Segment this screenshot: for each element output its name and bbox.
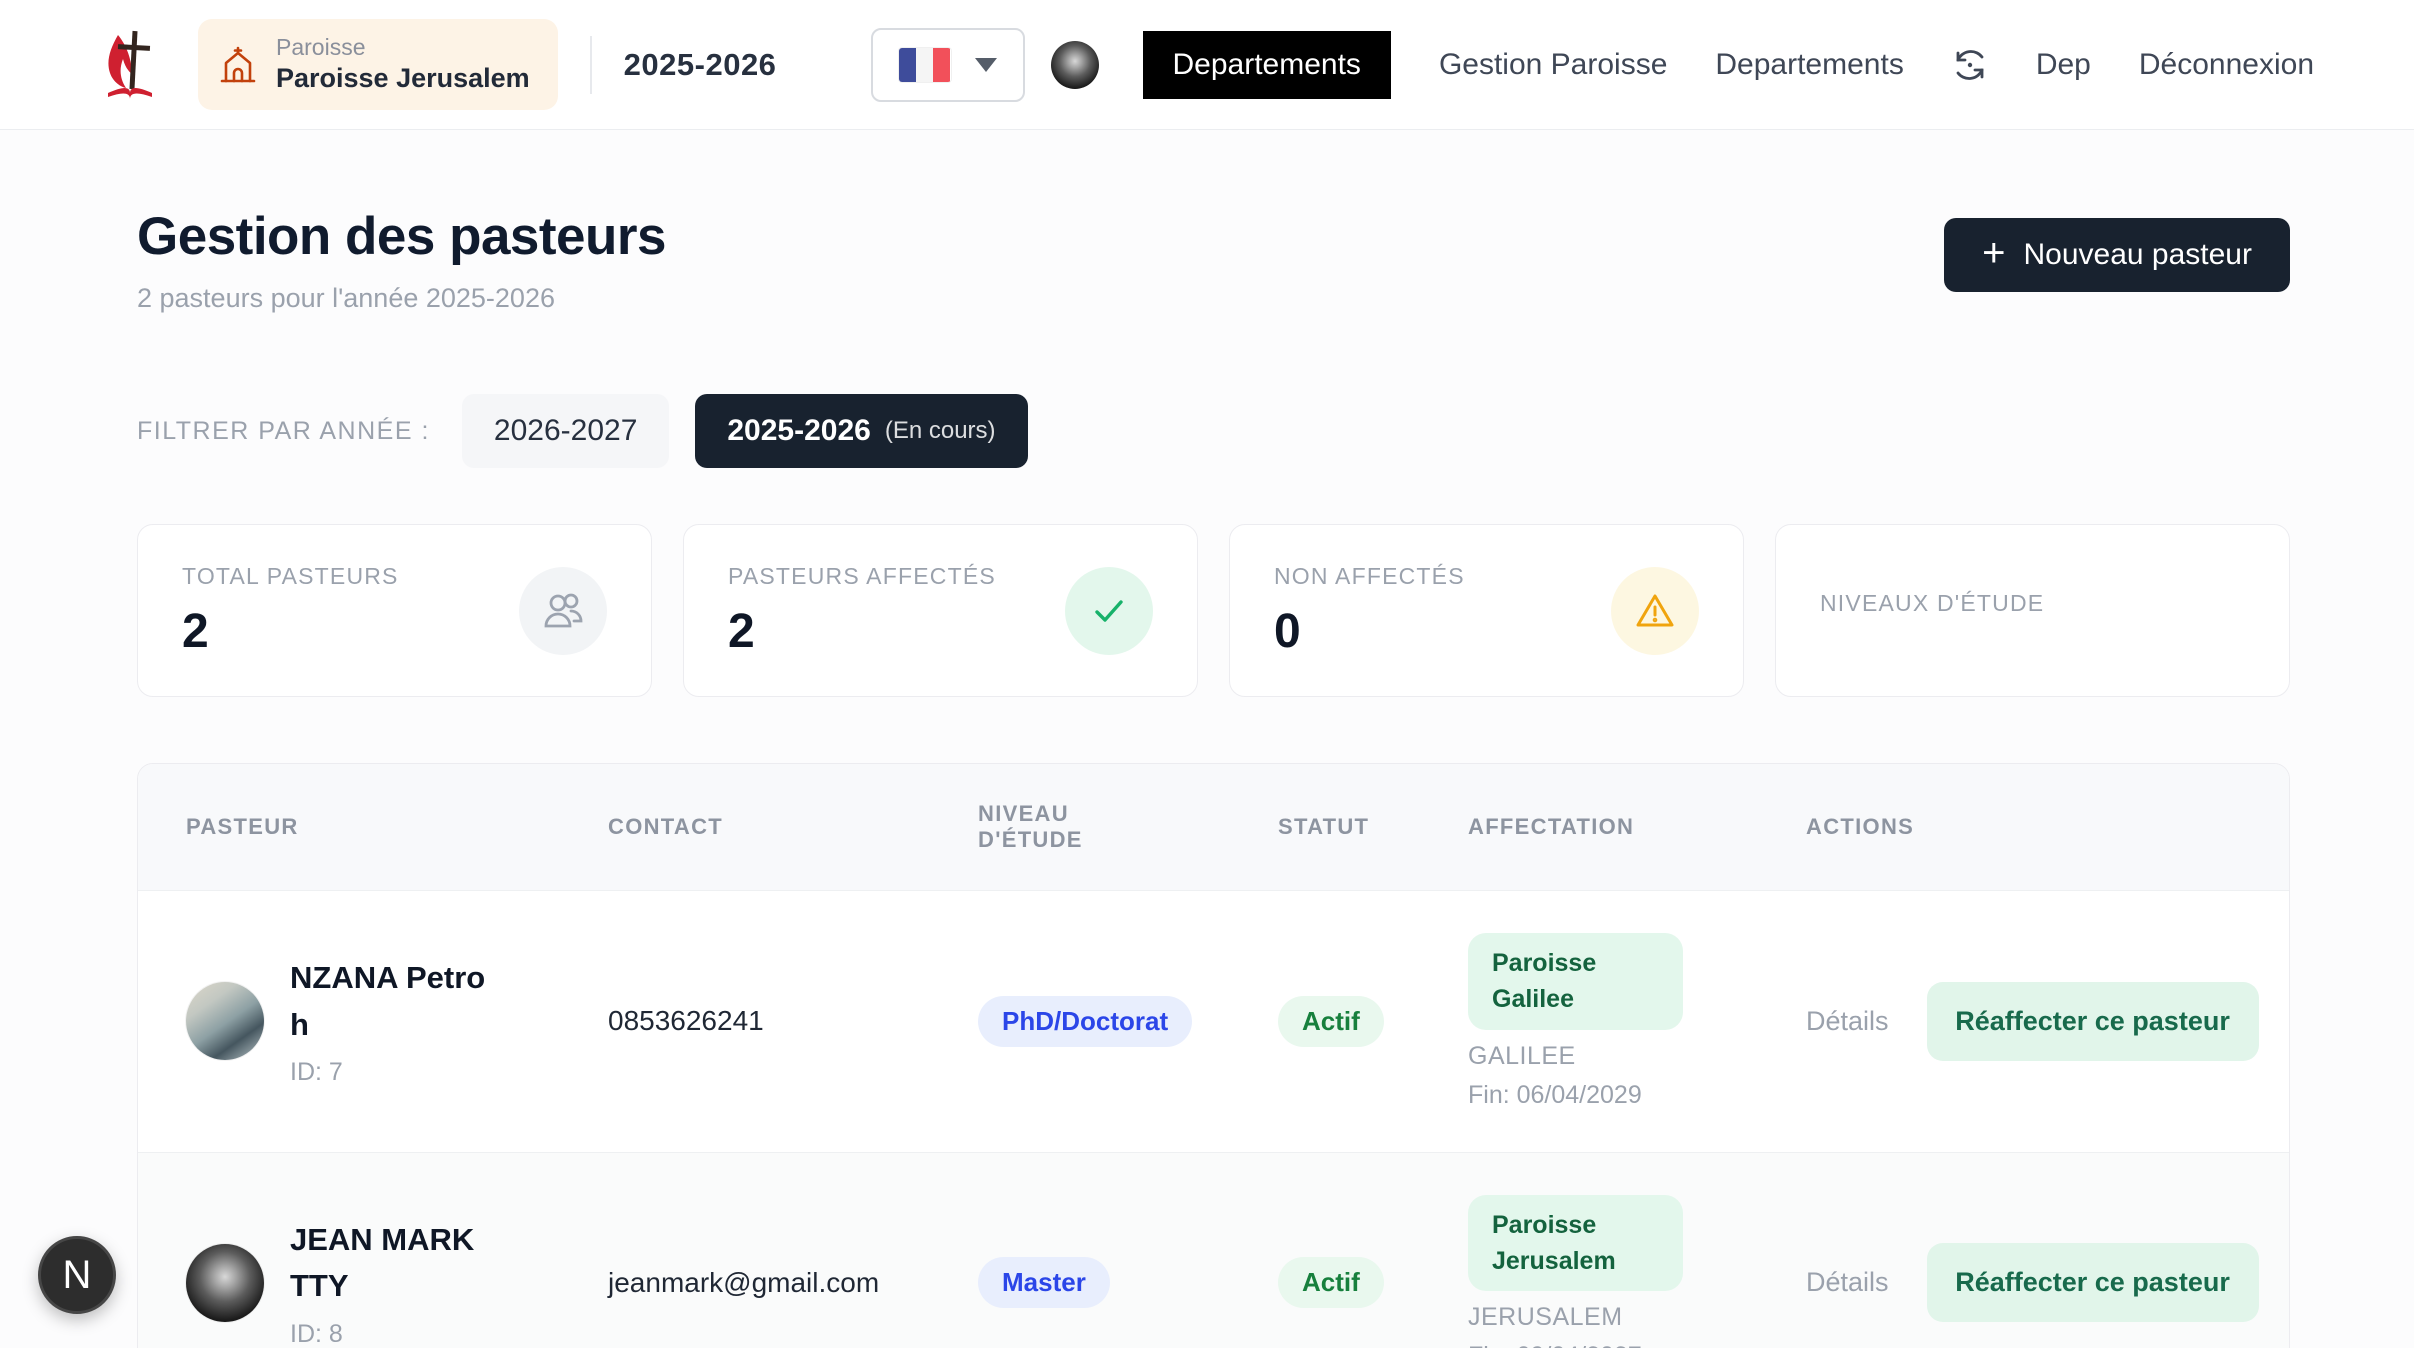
stat-value: 0 xyxy=(1274,604,1465,659)
nav-link-logout[interactable]: Déconnexion xyxy=(2139,48,2314,82)
affectation-parish-badge: Paroisse Galilee xyxy=(1468,933,1683,1030)
stat-value: 2 xyxy=(182,604,399,659)
new-pastor-button-label: Nouveau pasteur xyxy=(2024,238,2253,272)
details-link[interactable]: Détails xyxy=(1806,1006,1889,1037)
parish-brand-badge[interactable]: Paroisse Paroisse Jerusalem xyxy=(198,19,558,110)
sync-icon[interactable] xyxy=(1952,47,1988,83)
church-logo-icon xyxy=(88,23,172,107)
reassign-pastor-button[interactable]: Réaffecter ce pasteur xyxy=(1927,982,2259,1061)
column-header-niveau: NIVEAU D'ÉTUDE xyxy=(978,801,1108,853)
departements-button[interactable]: Departements xyxy=(1143,31,1391,99)
stats-row: TOTAL PASTEURS 2 PASTEURS AFFECTÉS 2 xyxy=(137,524,2290,697)
table-header-row: PASTEUR CONTACT NIVEAU D'ÉTUDE STATUT AF… xyxy=(138,764,2289,891)
table-row: JEAN MARK TTY ID: 8 jeanmark@gmail.com M… xyxy=(138,1153,2289,1348)
column-header-statut: STATUT xyxy=(1278,814,1468,840)
current-year-label: 2025-2026 xyxy=(624,47,777,83)
pastor-name: JEAN MARK TTY xyxy=(290,1217,495,1310)
pastors-table: PASTEUR CONTACT NIVEAU D'ÉTUDE STATUT AF… xyxy=(137,763,2290,1348)
main-content: Gestion des pasteurs 2 pasteurs pour l'a… xyxy=(0,130,2414,1348)
status-badge: Actif xyxy=(1278,996,1384,1047)
stat-card-total-pasteurs: TOTAL PASTEURS 2 xyxy=(137,524,652,697)
stat-label: PASTEURS AFFECTÉS xyxy=(728,563,996,590)
page-subtitle: 2 pasteurs pour l'année 2025-2026 xyxy=(137,283,666,314)
affectation-end-date: Fin: 09/04/2027 xyxy=(1468,1342,1806,1348)
details-link[interactable]: Détails xyxy=(1806,1267,1889,1298)
check-icon xyxy=(1087,589,1131,633)
pastor-name: NZANA Petro h xyxy=(290,955,495,1048)
pastor-avatar xyxy=(186,1244,264,1322)
column-header-contact: CONTACT xyxy=(608,814,978,840)
column-header-affectation: AFFECTATION xyxy=(1468,814,1806,840)
stat-value: 2 xyxy=(728,604,996,659)
column-header-actions: ACTIONS xyxy=(1806,814,2241,840)
column-header-pasteur: PASTEUR xyxy=(186,814,608,840)
nav-link-dep[interactable]: Dep xyxy=(2036,48,2091,82)
affectation-district: GALILEE xyxy=(1468,1042,1806,1071)
year-filter-2026-2027[interactable]: 2026-2027 xyxy=(462,394,669,468)
pastor-contact: jeanmark@gmail.com xyxy=(608,1267,978,1299)
user-avatar[interactable] xyxy=(1051,41,1099,89)
brand-label: Paroisse xyxy=(276,33,530,62)
users-icon xyxy=(540,588,586,634)
stat-label: NON AFFECTÉS xyxy=(1274,563,1465,590)
warning-icon xyxy=(1632,588,1678,634)
app-header: Paroisse Paroisse Jerusalem 2025-2026 De… xyxy=(0,0,2414,130)
nav-link-departements[interactable]: Departements xyxy=(1715,48,1903,82)
stat-card-pasteurs-affectes: PASTEURS AFFECTÉS 2 xyxy=(683,524,1198,697)
header-divider xyxy=(590,36,592,94)
language-selector[interactable] xyxy=(871,28,1025,102)
stat-label: TOTAL PASTEURS xyxy=(182,563,399,590)
plus-icon: + xyxy=(1982,233,2005,273)
stat-card-niveaux-etude: NIVEAUX D'ÉTUDE xyxy=(1775,524,2290,697)
new-pastor-button[interactable]: + Nouveau pasteur xyxy=(1944,218,2290,292)
chevron-down-icon xyxy=(975,58,997,72)
year-filter-active-label: 2025-2026 xyxy=(727,414,870,448)
brand-name: Paroisse Jerusalem xyxy=(276,62,530,96)
pastor-id: ID: 8 xyxy=(290,1320,495,1348)
stat-label: NIVEAUX D'ÉTUDE xyxy=(1820,590,2044,617)
table-row: NZANA Petro h ID: 7 0853626241 PhD/Docto… xyxy=(138,891,2289,1153)
stat-card-non-affectes: NON AFFECTÉS 0 xyxy=(1229,524,1744,697)
church-building-icon xyxy=(218,45,258,85)
year-filter-2025-2026[interactable]: 2025-2026 (En cours) xyxy=(695,394,1027,468)
reassign-pastor-button[interactable]: Réaffecter ce pasteur xyxy=(1927,1243,2259,1322)
pastor-contact: 0853626241 xyxy=(608,1005,978,1037)
affectation-parish-badge: Paroisse Jerusalem xyxy=(1468,1195,1683,1292)
pastor-id: ID: 7 xyxy=(290,1058,495,1087)
nextjs-dev-badge[interactable]: N xyxy=(38,1236,116,1314)
page-title: Gestion des pasteurs xyxy=(137,206,666,267)
filter-label: FILTRER PAR ANNÉE : xyxy=(137,417,430,446)
pastor-avatar xyxy=(186,982,264,1060)
year-filter-active-suffix: (En cours) xyxy=(885,417,996,445)
france-flag-icon xyxy=(899,48,951,82)
education-level-badge: Master xyxy=(978,1257,1110,1308)
affectation-end-date: Fin: 06/04/2029 xyxy=(1468,1081,1806,1110)
education-level-badge: PhD/Doctorat xyxy=(978,996,1192,1047)
status-badge: Actif xyxy=(1278,1257,1384,1308)
affectation-district: JERUSALEM xyxy=(1468,1303,1806,1332)
nav-link-gestion-paroisse[interactable]: Gestion Paroisse xyxy=(1439,48,1667,82)
